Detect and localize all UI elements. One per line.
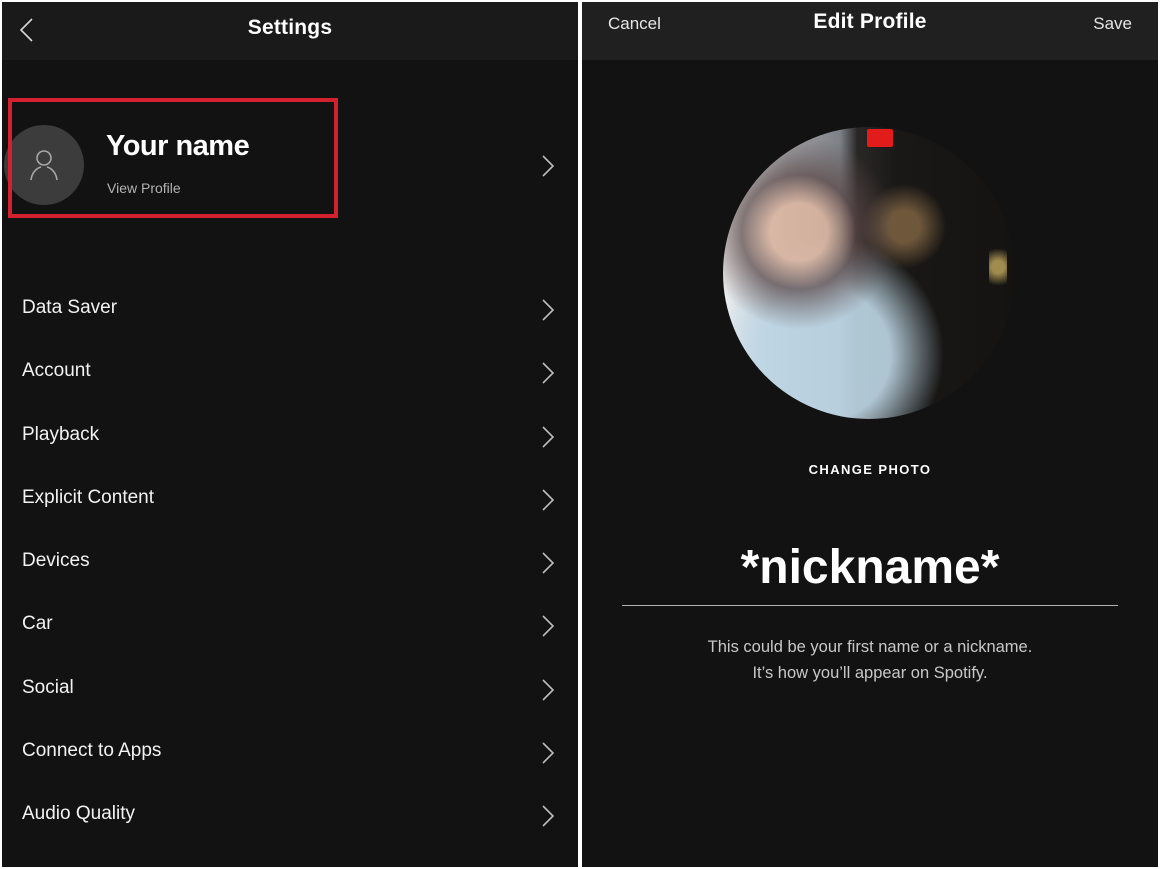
chevron-right-icon: [540, 361, 556, 385]
settings-list: Data Saver Account Playback Explicit Con…: [2, 277, 578, 847]
chevron-right-icon: [540, 298, 556, 322]
settings-item-data-saver[interactable]: Data Saver: [2, 277, 578, 340]
settings-screen: Settings Your name View Profile Data Sav…: [2, 2, 578, 867]
display-name-input[interactable]: [622, 530, 1118, 606]
chevron-right-icon: [540, 614, 556, 638]
settings-item-label: Connect to Apps: [22, 740, 161, 762]
profile-photo[interactable]: [723, 127, 1015, 419]
display-name-hint: This could be your first name or a nickn…: [582, 634, 1158, 686]
chevron-right-icon: [540, 804, 556, 828]
settings-item-label: Social: [22, 677, 74, 699]
settings-item-account[interactable]: Account: [2, 340, 578, 403]
settings-item-devices[interactable]: Devices: [2, 530, 578, 593]
hint-line-2: It’s how you’ll appear on Spotify.: [582, 660, 1158, 686]
photo-detail-lights: [989, 237, 1007, 297]
photo-detail-sign: [867, 129, 893, 147]
profile-name: Your name: [106, 130, 249, 163]
chevron-right-icon: [540, 741, 556, 765]
settings-item-playback[interactable]: Playback: [2, 404, 578, 467]
settings-item-explicit-content[interactable]: Explicit Content: [2, 467, 578, 530]
edit-profile-screen: Cancel Edit Profile Save CHANGE PHOTO Th…: [582, 2, 1158, 867]
page-title: Edit Profile: [582, 10, 1158, 34]
settings-item-label: Playback: [22, 424, 99, 446]
save-button[interactable]: Save: [1093, 14, 1132, 34]
view-profile-link[interactable]: View Profile: [107, 180, 181, 196]
settings-item-audio-quality[interactable]: Audio Quality: [2, 783, 578, 846]
settings-item-connect-to-apps[interactable]: Connect to Apps: [2, 720, 578, 783]
change-photo-button[interactable]: CHANGE PHOTO: [582, 462, 1158, 477]
settings-header: Settings: [2, 2, 578, 60]
chevron-right-icon: [540, 678, 556, 702]
settings-item-label: Data Saver: [22, 297, 117, 319]
settings-item-label: Devices: [22, 550, 90, 572]
view-profile-row[interactable]: Your name View Profile: [2, 98, 578, 224]
settings-item-label: Account: [22, 360, 91, 382]
chevron-right-icon: [540, 551, 556, 575]
hint-line-1: This could be your first name or a nickn…: [582, 634, 1158, 660]
avatar: [4, 125, 84, 205]
settings-item-label: Car: [22, 613, 53, 635]
settings-item-social[interactable]: Social: [2, 657, 578, 720]
page-title: Settings: [2, 16, 578, 40]
edit-profile-header: Cancel Edit Profile Save: [582, 2, 1158, 60]
settings-item-car[interactable]: Car: [2, 593, 578, 656]
chevron-right-icon: [540, 425, 556, 449]
settings-item-label: Audio Quality: [22, 803, 135, 825]
chevron-right-icon: [540, 488, 556, 512]
settings-item-label: Explicit Content: [22, 487, 154, 509]
chevron-right-icon: [540, 154, 556, 178]
